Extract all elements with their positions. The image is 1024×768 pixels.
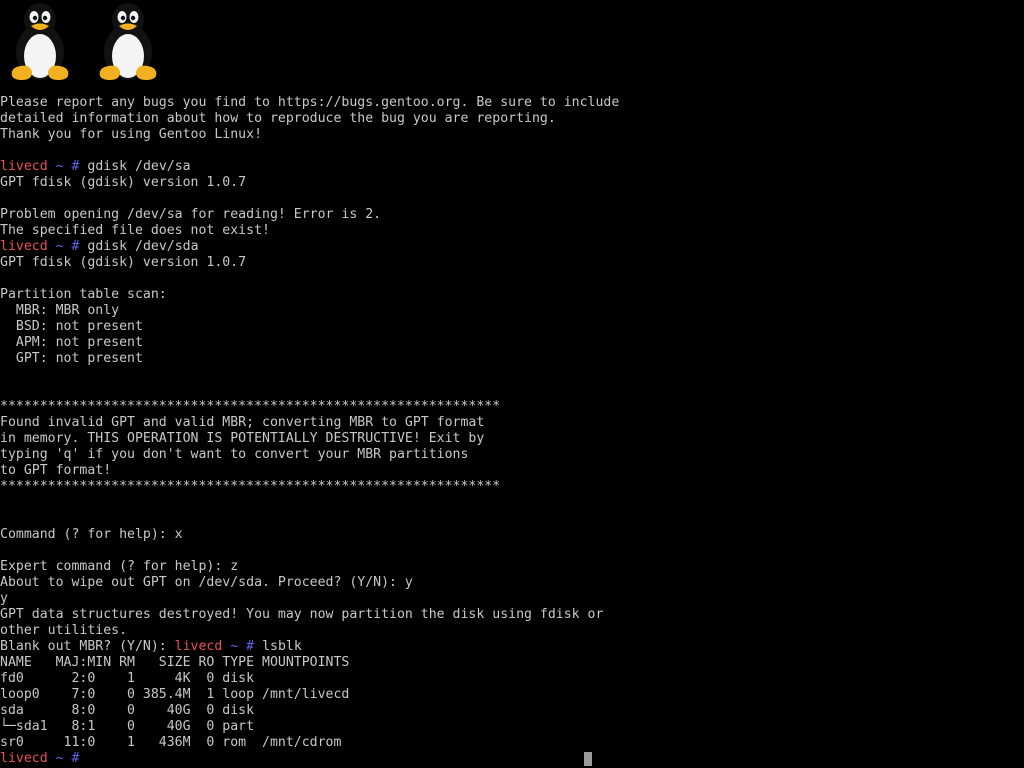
terminal-line: sr0 11:0 1 436M 0 rom /mnt/cdrom — [0, 735, 342, 750]
prompt-host: livecd — [174, 639, 223, 654]
terminal-line: ****************************************… — [0, 479, 501, 494]
prompt-command: gdisk /dev/sda — [79, 239, 199, 254]
prompt-host: livecd — [0, 751, 48, 766]
terminal-line: fd0 2:0 1 4K 0 disk — [0, 671, 255, 686]
terminal-line: GPT fdisk (gdisk) version 1.0.7 — [0, 175, 247, 190]
terminal-line: └─sda1 8:1 0 40G 0 part — [0, 719, 255, 734]
prompt-host: livecd — [0, 159, 48, 174]
prompt-path: ~ — [55, 159, 64, 174]
terminal-line: MBR: MBR only — [0, 303, 120, 318]
text-cursor — [584, 752, 592, 766]
terminal-line: APM: not present — [0, 335, 143, 350]
terminal-line: in memory. THIS OPERATION IS POTENTIALLY… — [0, 431, 485, 446]
tux-penguin-icon — [11, 3, 69, 80]
prompt-command: lsblk — [254, 639, 302, 654]
terminal-line: GPT data structures destroyed! You may n… — [0, 607, 604, 622]
terminal-line: loop0 7:0 0 385.4M 1 loop /mnt/livecd — [0, 687, 350, 702]
terminal-line: Partition table scan: — [0, 287, 167, 302]
terminal-line: GPT fdisk (gdisk) version 1.0.7 — [0, 255, 247, 270]
terminal-line: BSD: not present — [0, 319, 143, 334]
prompt-line: livecd ~ # — [0, 751, 1024, 767]
tux-penguin-icon — [99, 3, 157, 80]
prompt-symbol: # — [71, 751, 80, 766]
terminal-line: to GPT format! — [0, 463, 112, 478]
terminal-line: detailed information about how to reprod… — [0, 111, 556, 126]
console-screen[interactable]: Please report any bugs you find to https… — [0, 0, 1024, 768]
terminal-output: Please report any bugs you find to https… — [0, 95, 1024, 767]
prompt-line: livecd ~ # gdisk /dev/sa — [0, 159, 1024, 175]
prompt-path: ~ — [55, 751, 64, 766]
terminal-line: Thank you for using Gentoo Linux! — [0, 127, 263, 142]
prompt-command: gdisk /dev/sa — [79, 159, 191, 174]
terminal-line: About to wipe out GPT on /dev/sda. Proce… — [0, 575, 413, 590]
terminal-line: Found invalid GPT and valid MBR; convert… — [0, 415, 485, 430]
terminal-line: NAME MAJ:MIN RM SIZE RO TYPE MOUNTPOINTS — [0, 655, 350, 670]
terminal-line: other utilities. — [0, 623, 128, 638]
prompt-host: livecd — [0, 239, 48, 254]
terminal-line: The specified file does not exist! — [0, 223, 270, 238]
terminal-line: y — [0, 591, 8, 606]
boot-logo-row — [0, 0, 200, 88]
prompt-symbol: # — [246, 639, 255, 654]
terminal-line: Command (? for help): x — [0, 527, 183, 542]
terminal-line: Problem opening /dev/sa for reading! Err… — [0, 207, 382, 222]
prompt-prefix-text: Blank out MBR? (Y/N): — [0, 639, 175, 654]
terminal-line: ****************************************… — [0, 399, 501, 414]
prompt-line: Blank out MBR? (Y/N): livecd ~ # lsblk — [0, 639, 1024, 655]
terminal-line: Please report any bugs you find to https… — [0, 95, 620, 110]
terminal-line: sda 8:0 0 40G 0 disk — [0, 703, 255, 718]
terminal-line: GPT: not present — [0, 351, 143, 366]
terminal-line: typing 'q' if you don't want to convert … — [0, 447, 469, 462]
prompt-line: livecd ~ # gdisk /dev/sda — [0, 239, 1024, 255]
terminal-line: Expert command (? for help): z — [0, 559, 239, 574]
prompt-path: ~ — [55, 239, 64, 254]
